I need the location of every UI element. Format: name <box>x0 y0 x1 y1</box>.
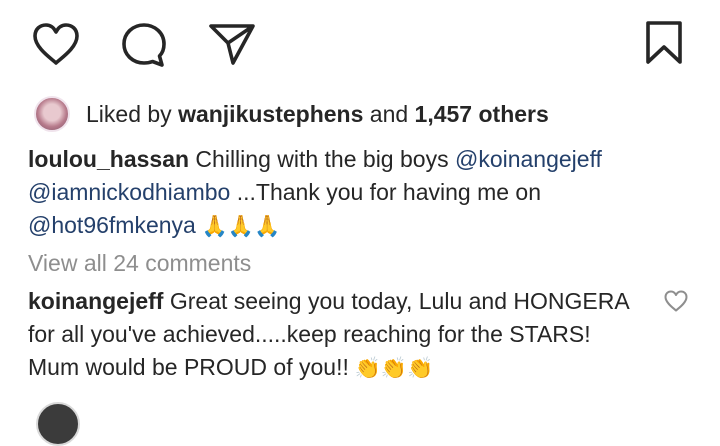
comment-username[interactable]: koinangejeff <box>28 288 163 314</box>
mention-hot96fmkenya[interactable]: @hot96fmkenya <box>28 212 196 238</box>
caption-text-1: Chilling with the big boys <box>189 146 455 172</box>
action-bar <box>0 0 720 90</box>
bookmark-icon[interactable] <box>644 20 684 66</box>
view-all-comments-link[interactable]: View all 24 comments <box>28 250 251 277</box>
likes-count[interactable]: 1,457 others <box>415 101 549 127</box>
likes-row: Liked by wanjikustephens and 1,457 other… <box>34 94 549 134</box>
liker-avatar[interactable] <box>34 96 70 132</box>
likes-prefix: Liked by <box>86 100 179 127</box>
comment-icon[interactable] <box>120 21 168 69</box>
next-comment-avatar[interactable] <box>36 402 80 446</box>
likes-summary[interactable]: Liked by wanjikustephens and 1,457 other… <box>86 101 549 128</box>
like-heart-icon[interactable] <box>31 21 81 67</box>
send-icon[interactable] <box>207 21 257 67</box>
comment-emoji: 👏👏👏 <box>348 357 434 380</box>
post-caption: loulou_hassan Chilling with the big boys… <box>28 143 668 243</box>
comment-item: koinangejeff Great seeing you today, Lul… <box>28 285 640 385</box>
caption-emoji: 🙏🙏🙏 <box>195 215 281 238</box>
caption-text-2: ...Thank you for having me on <box>230 179 541 205</box>
mention-iamnickodhiambo[interactable]: @iamnickodhiambo <box>28 179 230 205</box>
likes-conjunction: and <box>363 100 415 127</box>
comment-like-heart-icon[interactable] <box>663 289 689 313</box>
caption-username[interactable]: loulou_hassan <box>28 146 189 172</box>
mention-koinangejeff[interactable]: @koinangejeff <box>455 146 602 172</box>
liker-username[interactable]: wanjikustephens <box>178 101 363 127</box>
